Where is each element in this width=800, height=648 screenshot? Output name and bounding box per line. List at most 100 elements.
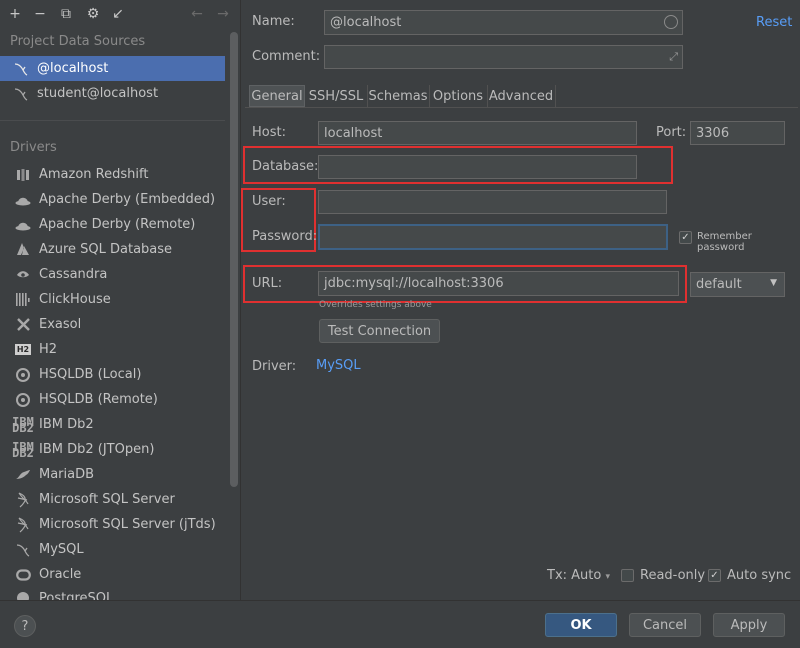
- read-only-label: Read-only: [640, 568, 706, 583]
- driver-label: HSQLDB (Remote): [39, 392, 158, 407]
- tab-ssh-ssl[interactable]: SSH/SSL: [305, 85, 368, 107]
- auto-sync-checkbox[interactable]: ✓: [708, 569, 721, 582]
- sql-server-icon: [14, 491, 32, 508]
- host-label: Host:: [252, 125, 286, 140]
- test-connection-button[interactable]: Test Connection: [319, 319, 440, 343]
- port-input[interactable]: 3306: [690, 121, 785, 145]
- mysql-dolphin-icon: [12, 86, 30, 102]
- driver-item[interactable]: Microsoft SQL Server: [0, 487, 225, 512]
- remember-password-label: Remember password: [697, 231, 752, 253]
- reset-link[interactable]: Reset: [756, 15, 792, 30]
- color-circle-icon[interactable]: [664, 15, 678, 29]
- name-label: Name:: [252, 14, 295, 29]
- postgresql-elephant-icon: [14, 590, 32, 600]
- back-arrow-icon[interactable]: ←: [188, 4, 206, 24]
- driver-label: Oracle: [39, 567, 82, 582]
- sql-server-icon: [14, 516, 32, 533]
- ok-button[interactable]: OK: [545, 613, 617, 637]
- azure-icon: [14, 242, 32, 258]
- driver-label: HSQLDB (Local): [39, 367, 142, 382]
- host-input[interactable]: localhost: [318, 121, 637, 145]
- driver-label: IBM Db2: [39, 417, 94, 432]
- tab-schemas[interactable]: Schemas: [367, 85, 430, 107]
- apply-button[interactable]: Apply: [713, 613, 785, 637]
- tab-general[interactable]: General: [249, 85, 305, 107]
- url-mode-select[interactable]: default ▼: [690, 272, 785, 297]
- clickhouse-bars-icon: [14, 292, 32, 308]
- port-value: 3306: [696, 125, 730, 141]
- driver-label: IBM Db2 (JTOpen): [39, 442, 155, 457]
- tx-auto-label: Tx: Auto: [547, 568, 602, 583]
- forward-arrow-icon[interactable]: →: [214, 4, 232, 24]
- driver-item[interactable]: Microsoft SQL Server (jTds): [0, 512, 225, 537]
- section-divider: [0, 120, 225, 121]
- driver-item[interactable]: PostgreSQL: [0, 587, 225, 600]
- read-only-checkbox[interactable]: [621, 569, 634, 582]
- name-input[interactable]: @localhost: [324, 10, 683, 35]
- driver-item[interactable]: Amazon Redshift: [0, 162, 225, 187]
- driver-item[interactable]: Cassandra: [0, 262, 225, 287]
- driver-label: MySQL: [39, 542, 84, 557]
- url-label: URL:: [252, 276, 283, 291]
- mariadb-seal-icon: [14, 467, 32, 483]
- port-label: Port:: [656, 125, 687, 140]
- driver-label: Microsoft SQL Server: [39, 492, 175, 507]
- driver-label: Apache Derby (Embedded): [39, 192, 216, 207]
- dialog-footer: ? OK Cancel Apply: [0, 600, 800, 648]
- comment-input[interactable]: ⤢: [324, 45, 683, 69]
- driver-item[interactable]: ClickHouse: [0, 287, 225, 312]
- data-source-localhost[interactable]: @localhost: [0, 56, 225, 81]
- database-input[interactable]: [318, 155, 637, 179]
- driver-item[interactable]: H2 H2: [0, 337, 225, 362]
- duplicate-icon[interactable]: ⧉: [57, 4, 75, 24]
- driver-item[interactable]: HSQLDB (Remote): [0, 387, 225, 412]
- driver-label: Microsoft SQL Server (jTds): [39, 517, 216, 532]
- redshift-icon: [14, 167, 32, 183]
- wrench-icon[interactable]: ⚙: [84, 4, 102, 24]
- driver-item[interactable]: Exasol: [0, 312, 225, 337]
- help-button[interactable]: ?: [14, 615, 36, 637]
- tab-options[interactable]: Options: [429, 85, 488, 107]
- driver-item[interactable]: MariaDB: [0, 462, 225, 487]
- tx-auto-dropdown[interactable]: Tx: Auto ▾: [547, 568, 610, 583]
- cassandra-eye-icon: [14, 267, 32, 283]
- import-icon[interactable]: ↙: [109, 4, 127, 24]
- cancel-button[interactable]: Cancel: [629, 613, 701, 637]
- derby-hat-icon: [14, 217, 32, 233]
- ibm-db2-icon: IBM DB2: [12, 414, 34, 435]
- derby-hat-icon: [14, 192, 32, 208]
- driver-item[interactable]: IBM DB2 IBM Db2 (JTOpen): [0, 437, 225, 462]
- mysql-dolphin-icon: [14, 542, 32, 558]
- driver-label: Driver:: [252, 359, 297, 374]
- driver-item[interactable]: MySQL: [0, 537, 225, 562]
- remember-password-checkbox[interactable]: ✓: [679, 231, 692, 244]
- tab-advanced[interactable]: Advanced: [487, 85, 556, 107]
- data-source-label: @localhost: [37, 61, 109, 76]
- url-input[interactable]: jdbc:mysql://localhost:3306: [318, 271, 679, 296]
- driver-item[interactable]: Azure SQL Database: [0, 237, 225, 262]
- password-input[interactable]: [318, 224, 668, 250]
- name-value: @localhost: [330, 15, 402, 30]
- driver-item[interactable]: HSQLDB (Local): [0, 362, 225, 387]
- driver-label: Cassandra: [39, 267, 108, 282]
- driver-label: ClickHouse: [39, 292, 111, 307]
- database-label: Database:: [252, 159, 319, 174]
- user-input[interactable]: [318, 190, 667, 214]
- driver-link[interactable]: MySQL: [316, 358, 361, 373]
- oracle-ring-icon: [14, 567, 32, 583]
- auto-sync-label: Auto sync: [727, 568, 792, 583]
- add-icon[interactable]: +: [6, 4, 24, 24]
- chevron-down-icon: ▼: [770, 278, 777, 288]
- remove-icon[interactable]: −: [31, 4, 49, 24]
- data-source-label: student@localhost: [37, 86, 159, 101]
- drivers-scrollbar[interactable]: [230, 32, 238, 487]
- expand-icon[interactable]: ⤢: [669, 50, 678, 64]
- driver-label: Azure SQL Database: [39, 242, 173, 257]
- driver-item[interactable]: Oracle: [0, 562, 225, 587]
- password-label: Password:: [252, 229, 318, 244]
- driver-item[interactable]: IBM DB2 IBM Db2: [0, 412, 225, 437]
- driver-item[interactable]: Apache Derby (Remote): [0, 212, 225, 237]
- data-source-student-localhost[interactable]: student@localhost: [0, 81, 225, 106]
- driver-item[interactable]: Apache Derby (Embedded): [0, 187, 225, 212]
- driver-label: Exasol: [39, 317, 82, 332]
